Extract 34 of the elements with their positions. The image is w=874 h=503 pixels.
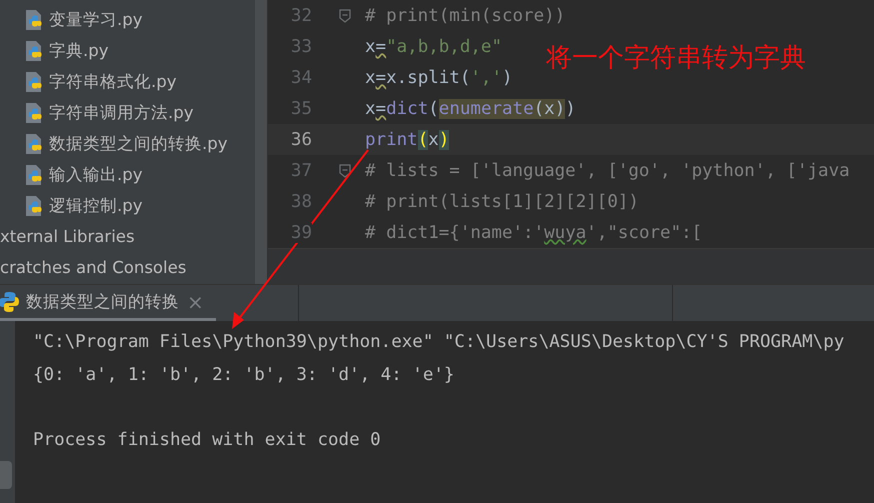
code-line: x=x.split(',') xyxy=(365,68,513,88)
tree-item[interactable]: 数据类型之间的转换.py xyxy=(49,132,228,154)
fold-icon[interactable] xyxy=(338,164,350,178)
python-file-icon xyxy=(24,194,44,216)
python-file-icon xyxy=(24,164,44,186)
console-line: {0: 'a', 1: 'b', 2: 'b', 3: 'd', 4: 'e'} xyxy=(33,364,454,384)
scrollbar[interactable] xyxy=(255,0,268,284)
annotation-text: 将一个字符串转为字典 xyxy=(546,42,806,75)
code-line: x=dict(enumerate(x)) xyxy=(365,98,576,118)
code-line: # lists = ['language', ['go', 'python', ['java xyxy=(365,160,850,180)
line-number: 36 xyxy=(290,130,312,150)
python-file-icon xyxy=(24,8,44,30)
tree-item[interactable]: 字符串格式化.py xyxy=(49,70,176,92)
python-file-icon xyxy=(24,102,44,124)
tree-item[interactable]: 字典.py xyxy=(49,40,108,62)
tree-item[interactable]: 变量学习.py xyxy=(49,8,142,30)
code-line: print(x) xyxy=(365,130,450,150)
tree-item[interactable]: 逻辑控制.py xyxy=(49,194,142,216)
tree-item[interactable]: 字符串调用方法.py xyxy=(49,102,194,124)
tree-item[interactable]: cratches and Consoles xyxy=(0,258,186,277)
tree-item[interactable]: 输入输出.py xyxy=(49,164,142,186)
run-tab[interactable]: 数据类型之间的转换 × xyxy=(0,285,216,321)
code-line: # dict1={'name':'wuya',"score":[ xyxy=(365,222,702,242)
console-line: "C:\Program Files\Python39\python.exe" "C:\Users\ASUS\Desktop\CY'S PROGRAM\py xyxy=(33,332,844,352)
console-line: Process finished with exit code 0 xyxy=(33,430,381,450)
code-line: x="a,b,b,d,e" xyxy=(365,36,502,56)
python-file-icon xyxy=(24,70,44,92)
code-line: # print(lists[1][2][2][0]) xyxy=(365,192,639,212)
code-line: # print(min(score)) xyxy=(365,6,566,26)
python-file-icon xyxy=(24,40,44,62)
python-file-icon xyxy=(24,132,44,154)
python-icon xyxy=(0,290,20,312)
tree-item[interactable]: xternal Libraries xyxy=(0,227,135,246)
fold-icon[interactable] xyxy=(338,8,350,22)
